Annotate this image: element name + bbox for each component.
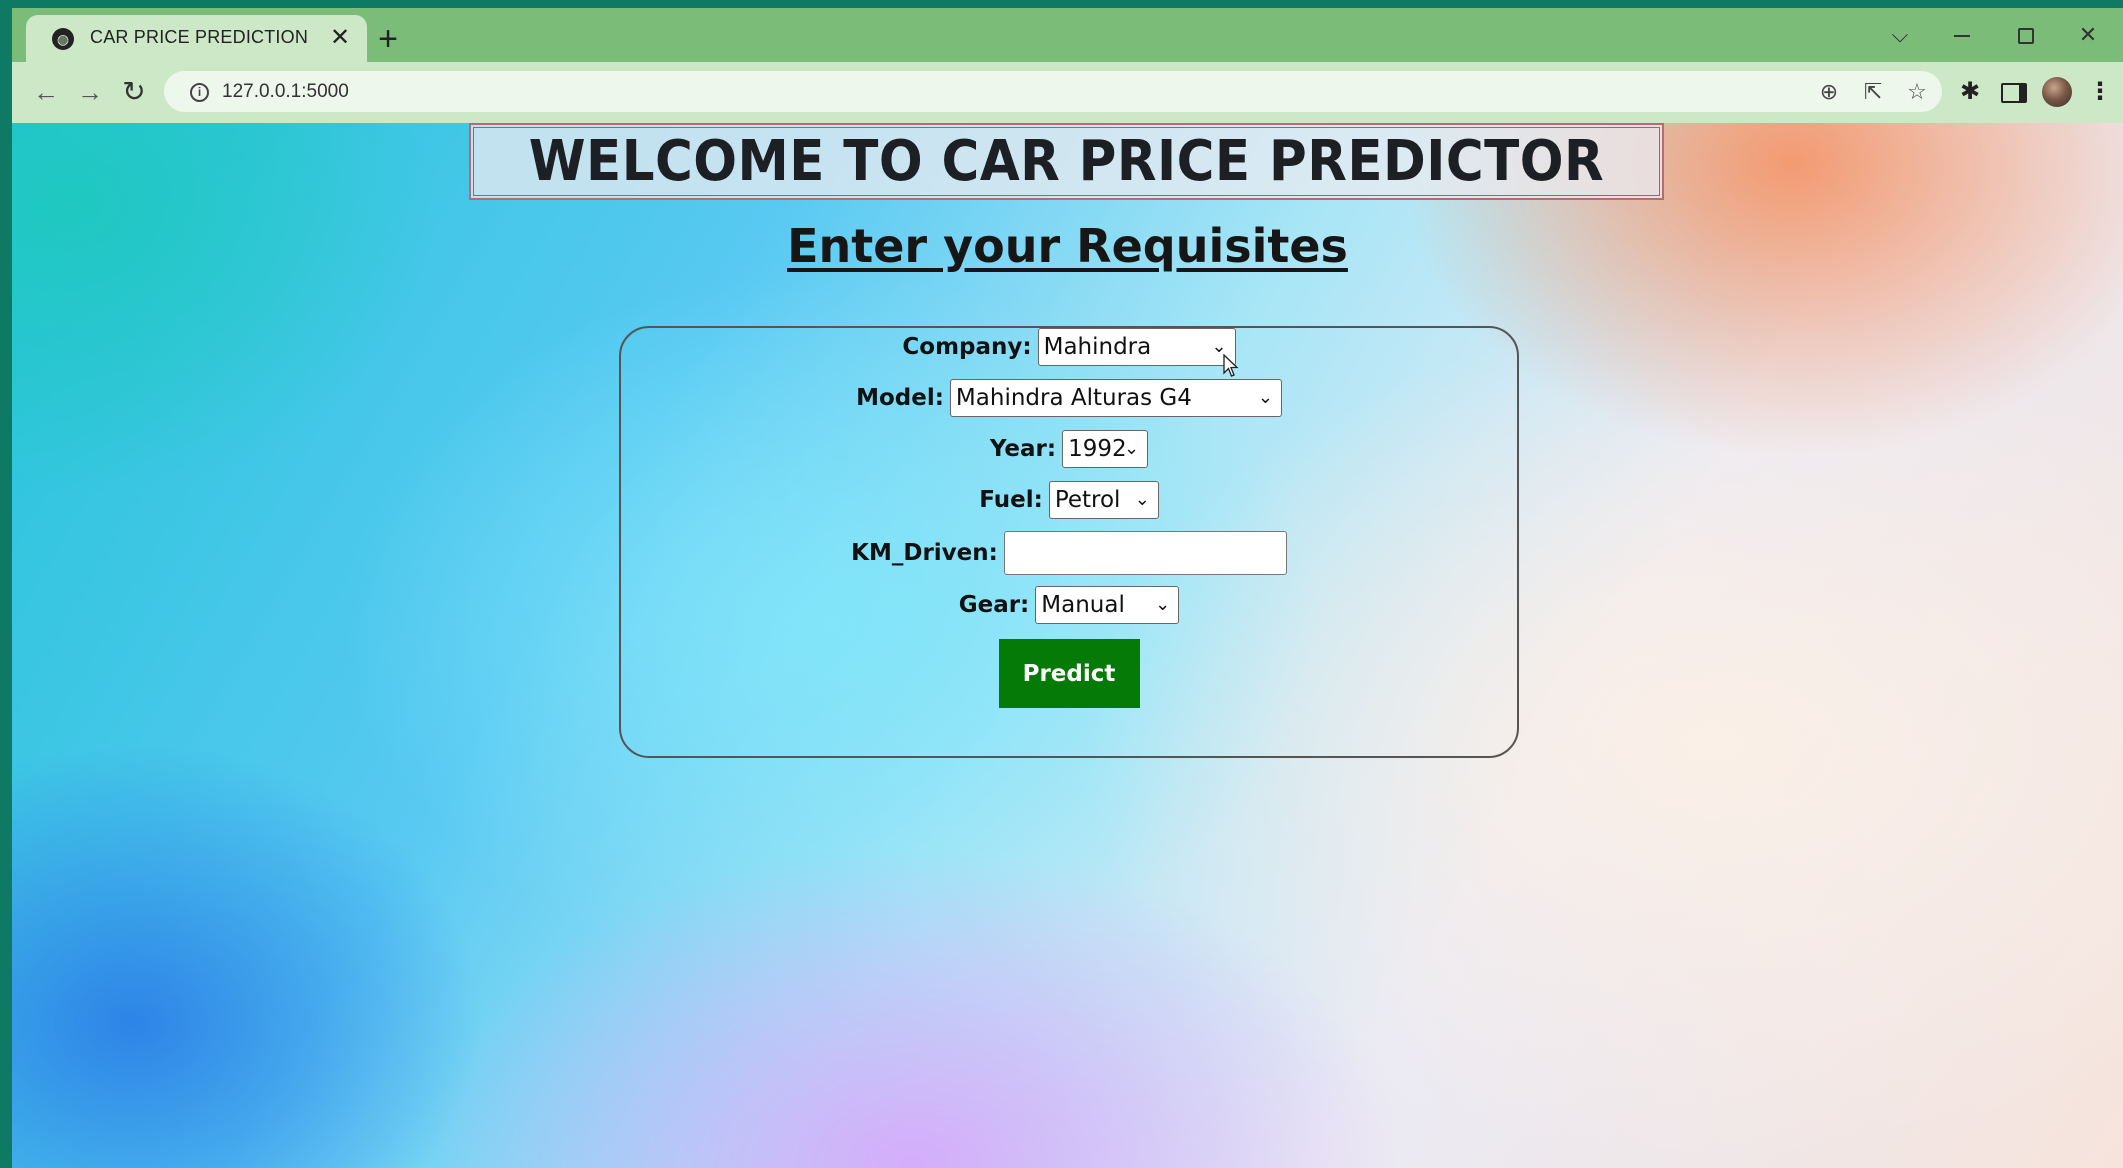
url-text[interactable]: 127.0.0.1:5000: [222, 81, 349, 103]
reload-icon[interactable]: ↻: [116, 74, 152, 110]
close-window-button[interactable]: ✕: [2062, 18, 2114, 52]
star-icon[interactable]: ☆: [1902, 77, 1932, 107]
forward-arrow-icon[interactable]: →: [72, 74, 108, 110]
tab-car-price-prediction[interactable]: ◍ CAR PRICE PREDICTION ✕: [26, 15, 367, 62]
gear-select-value: Manual: [1041, 592, 1125, 618]
tab-search-icon[interactable]: ⌵: [1874, 18, 1926, 52]
tab-close-icon[interactable]: ✕: [325, 23, 355, 53]
chevron-down-icon: ⌄: [1134, 489, 1150, 510]
page-title: WELCOME TO CAR PRICE PREDICTOR: [528, 129, 1605, 194]
prediction-form: Company: Mahindra ⌄ Model: Mahindra Altu…: [619, 326, 1519, 758]
minimize-button[interactable]: [1936, 18, 1988, 52]
predict-row: Predict: [621, 639, 1517, 708]
company-label: Company:: [902, 334, 1032, 360]
year-select[interactable]: 1992 ⌄: [1062, 430, 1149, 468]
side-panel-icon[interactable]: [1998, 76, 2030, 108]
year-label: Year:: [989, 436, 1057, 462]
puzzle-icon[interactable]: ✱: [1954, 76, 1986, 108]
profile-avatar[interactable]: [2042, 77, 2072, 107]
chevron-down-icon: ⌄: [1124, 438, 1140, 459]
model-select[interactable]: Mahindra Alturas G4 ⌄: [949, 379, 1282, 417]
gear-select[interactable]: Manual ⌄: [1035, 586, 1180, 624]
browser-toolbar: ← → ↻ i 127.0.0.1:5000 ⊕ ⇱ ☆ ✱ ⋮: [12, 62, 2123, 123]
fuel-label: Fuel:: [979, 487, 1043, 513]
new-tab-button[interactable]: +: [370, 22, 406, 58]
info-icon[interactable]: i: [190, 83, 209, 102]
gear-label: Gear:: [958, 592, 1030, 618]
globe-icon: ◍: [52, 28, 74, 50]
back-arrow-icon[interactable]: ←: [28, 74, 64, 110]
fuel-select-value: Petrol: [1054, 487, 1121, 513]
browser-window: ◍ CAR PRICE PREDICTION ✕ + ⌵ ✕ ← → ↻ i 1…: [12, 8, 2123, 1168]
address-bar[interactable]: i 127.0.0.1:5000 ⊕ ⇱ ☆: [164, 71, 1942, 112]
welcome-banner: WELCOME TO CAR PRICE PREDICTOR: [469, 123, 1664, 200]
fuel-select[interactable]: Petrol ⌄: [1048, 481, 1159, 519]
tab-strip: ◍ CAR PRICE PREDICTION ✕ + ⌵ ✕: [12, 8, 2123, 62]
km-driven-input[interactable]: [1003, 531, 1287, 575]
restore-button[interactable]: [2000, 18, 2052, 52]
minimize-icon: [1954, 35, 1970, 38]
share-icon[interactable]: ⇱: [1858, 77, 1888, 107]
km-driven-label: KM_Driven:: [851, 540, 998, 566]
mouse-cursor-icon: [1223, 354, 1239, 377]
model-row: Model: Mahindra Alturas G4 ⌄: [621, 379, 1517, 417]
model-label: Model:: [856, 385, 944, 411]
page-content: WELCOME TO CAR PRICE PREDICTOR Enter you…: [12, 123, 2123, 1168]
year-row: Year: 1992 ⌄: [621, 430, 1517, 468]
company-select-value: Mahindra: [1043, 334, 1152, 360]
kebab-menu-icon[interactable]: ⋮: [2084, 76, 2116, 108]
gear-row: Gear: Manual ⌄: [621, 586, 1517, 624]
fuel-row: Fuel: Petrol ⌄: [621, 481, 1517, 519]
zoom-icon[interactable]: ⊕: [1814, 77, 1844, 107]
chevron-down-icon: ⌄: [1155, 594, 1171, 615]
chevron-down-icon: ⌄: [1257, 387, 1273, 408]
km-driven-row: KM_Driven:: [621, 531, 1517, 575]
model-select-value: Mahindra Alturas G4: [955, 385, 1192, 411]
predict-button[interactable]: Predict: [998, 639, 1140, 708]
company-row: Company: Mahindra ⌄: [621, 328, 1517, 366]
restore-icon: [2018, 28, 2034, 45]
company-select[interactable]: Mahindra ⌄: [1037, 328, 1236, 366]
year-select-value: 1992: [1068, 436, 1127, 462]
tab-title: CAR PRICE PREDICTION: [90, 27, 309, 47]
page-subtitle: Enter your Requisites: [787, 219, 1348, 273]
